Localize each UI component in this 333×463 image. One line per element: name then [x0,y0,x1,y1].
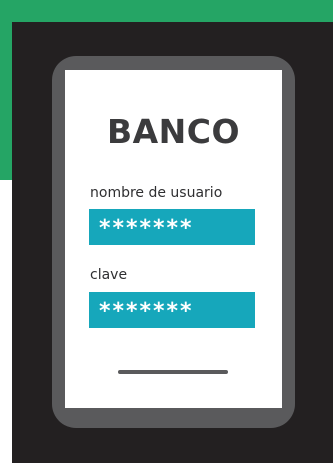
password-label: clave [90,267,128,283]
phone-frame: BANCO nombre de usuario ******* clave **… [52,56,295,428]
username-field[interactable]: ******* [89,209,255,245]
password-field[interactable]: ******* [89,292,255,328]
username-label: nombre de usuario [90,185,223,201]
bank-title: BANCO [106,112,241,151]
home-indicator-bar[interactable] [118,370,228,374]
phone-screen: BANCO nombre de usuario ******* clave **… [65,70,282,408]
